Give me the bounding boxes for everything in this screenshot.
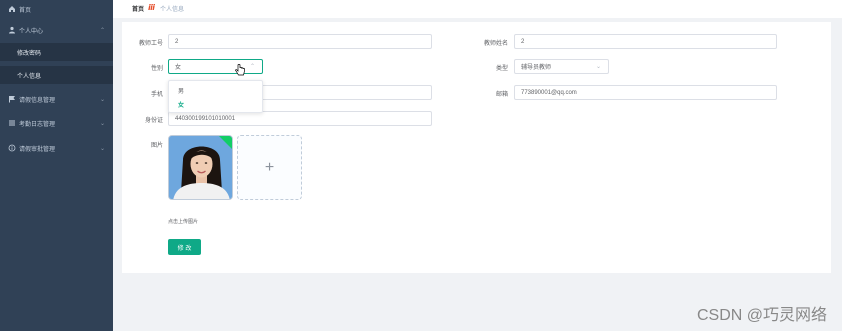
sidebar-item-personal-info[interactable]: 个人信息 <box>0 66 113 84</box>
email-label: 邮箱 <box>495 92 508 98</box>
breadcrumb-home[interactable]: 首页 <box>132 4 144 13</box>
teacher-id-label: 教师工号 <box>138 41 163 47</box>
gender-value: 女 <box>175 65 182 71</box>
chevron-down-icon: ⌄ <box>595 64 601 70</box>
upload-add-button[interactable]: + <box>237 135 302 200</box>
sidebar-item-label: 考勤日志管理 <box>19 121 56 128</box>
sidebar-item-attendance-log[interactable]: 考勤日志管理 ⌄ <box>0 114 113 132</box>
sidebar-item-leave-info[interactable]: 请假信息管理 ⌄ <box>0 90 113 108</box>
teacher-id-input[interactable]: 2 <box>168 34 432 49</box>
home-icon <box>8 5 16 13</box>
type-label: 类型 <box>495 66 508 72</box>
gender-label: 性别 <box>150 66 163 72</box>
chevron-down-icon: ⌄ <box>99 120 105 127</box>
plus-icon: + <box>264 158 275 176</box>
chevron-up-icon: ⌃ <box>99 27 105 34</box>
gender-option-male[interactable]: 男 <box>178 86 184 95</box>
phone-label: 手机 <box>150 92 163 98</box>
upload-tip: 点击上传图片 <box>168 219 199 225</box>
photo-label: 图片 <box>150 143 163 149</box>
flag-icon <box>8 95 16 103</box>
info-icon <box>8 144 16 152</box>
sidebar-item-personal-center[interactable]: 个人中心 ⌃ <box>0 21 113 39</box>
sidebar-item-label: 首页 <box>19 7 32 14</box>
teacher-name-input[interactable]: 2 <box>514 34 777 49</box>
gender-select[interactable]: 女 ⌃ <box>168 59 263 74</box>
sidebar-item-home[interactable]: 首页 <box>0 0 113 18</box>
topbar: 首页 ⅲ 个人信息 <box>113 0 842 18</box>
sidebar-item-label: 请假信息管理 <box>19 97 56 104</box>
email-input[interactable]: 773890001@qq.com <box>514 85 777 100</box>
sidebar-item-leave-approval[interactable]: 请假审批管理 ⌄ <box>0 139 113 157</box>
idcard-value: 440300199101010001 <box>175 115 236 122</box>
breadcrumb-separator-icon: ⅲ <box>148 3 155 12</box>
chevron-up-icon: ⌃ <box>249 64 255 70</box>
avatar-photo[interactable] <box>168 135 233 200</box>
teacher-name-value: 2 <box>521 38 525 45</box>
hand-cursor-icon <box>235 63 246 79</box>
gender-option-female[interactable]: 女 <box>178 100 184 109</box>
type-value: 辅导员教师 <box>521 65 552 71</box>
watermark: CSDN @巧灵网络 <box>696 307 827 324</box>
email-value: 773890001@qq.com <box>521 89 577 96</box>
chevron-down-icon: ⌄ <box>99 145 105 152</box>
list-icon <box>8 119 16 127</box>
submit-button[interactable]: 修 改 <box>168 239 201 255</box>
teacher-name-label: 教师姓名 <box>483 41 508 47</box>
chevron-down-icon: ⌄ <box>99 96 105 103</box>
user-icon <box>8 26 16 34</box>
teacher-id-value: 2 <box>175 38 179 45</box>
submit-button-label: 修 改 <box>177 245 192 252</box>
sidebar-item-label: 请假审批管理 <box>19 146 56 153</box>
sidebar-item-label: 修改密码 <box>17 50 42 57</box>
sidebar-item-label: 个人信息 <box>17 73 42 80</box>
gender-dropdown: 男 女 <box>168 80 263 113</box>
sidebar-item-change-password[interactable]: 修改密码 <box>0 43 113 61</box>
type-select[interactable]: 辅导员教师 ⌄ <box>514 59 609 74</box>
idcard-label: 身份证 <box>144 118 163 124</box>
sidebar: 首页 个人中心 ⌃ 修改密码 个人信息 请假信息管理 ⌄ 考勤日志管理 ⌄ 请假… <box>0 0 113 331</box>
sidebar-item-label: 个人中心 <box>19 28 44 35</box>
breadcrumb-current: 个人信息 <box>160 7 185 13</box>
idcard-input[interactable]: 440300199101010001 <box>168 111 432 126</box>
